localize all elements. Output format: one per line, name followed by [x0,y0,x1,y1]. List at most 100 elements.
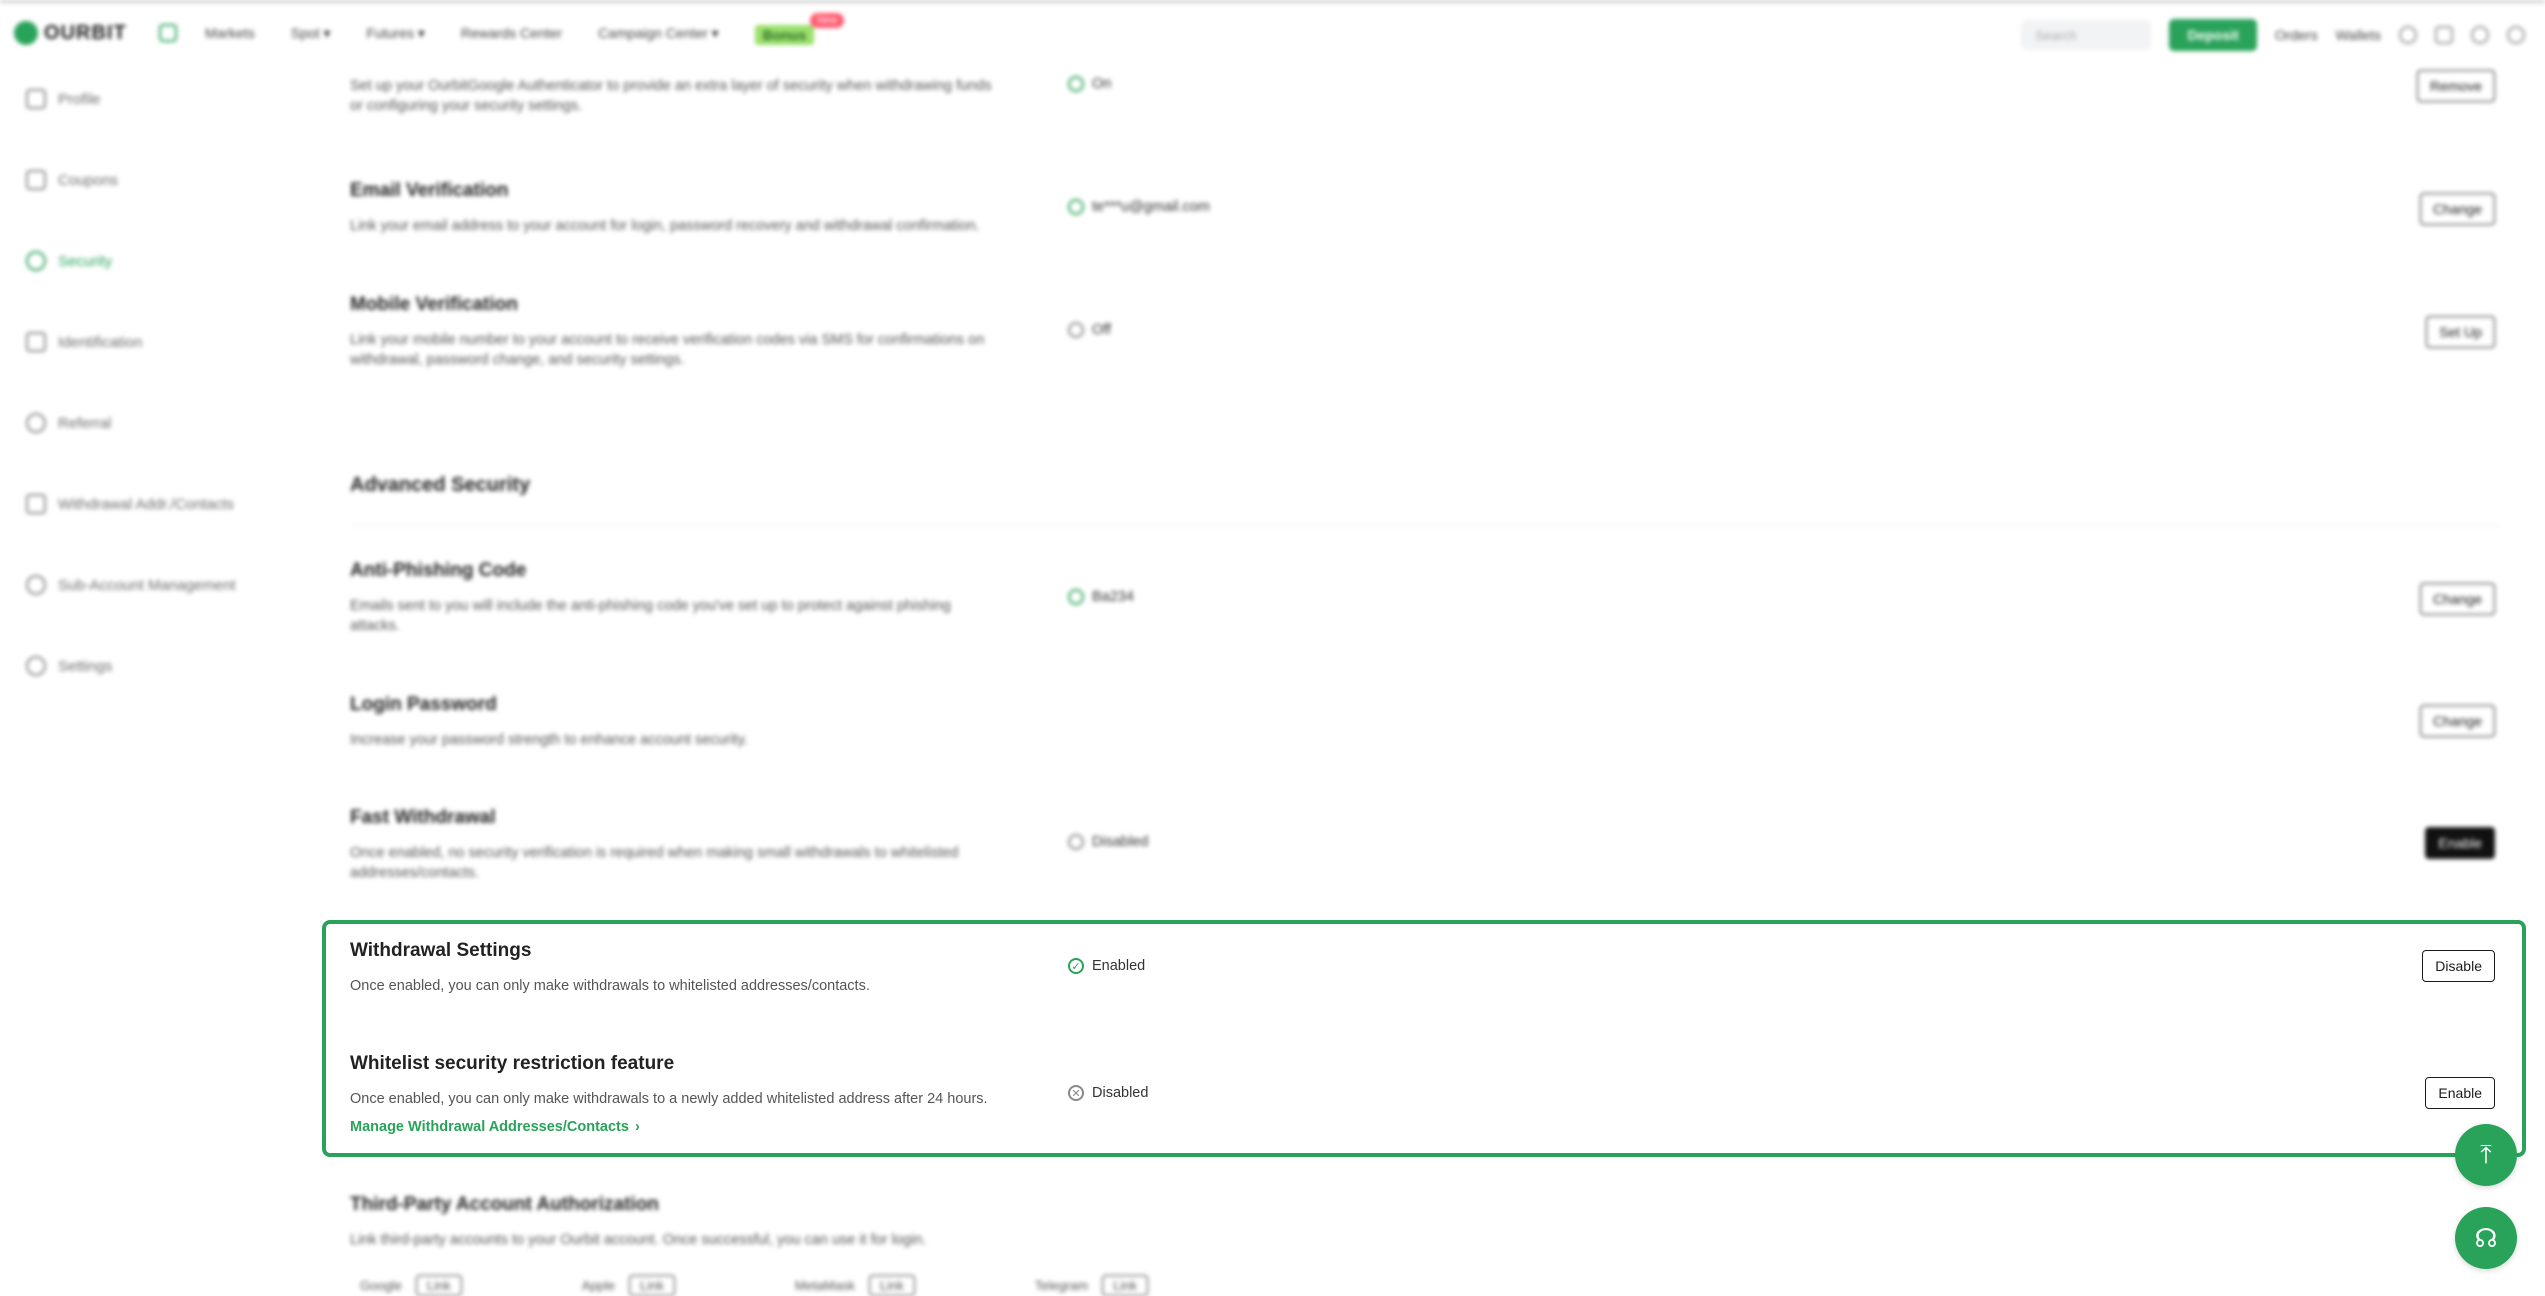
row-title: Anti-Phishing Code [350,560,527,581]
fast-withdrawal-row: Fast Withdrawal Once enabled, no securit… [350,807,2500,883]
login-password-row: Login Password Increase your password st… [350,694,2500,750]
advanced-security-heading: Advanced Security [350,474,531,496]
person-icon [26,413,46,433]
remove-authenticator-button[interactable]: Remove [2416,70,2495,102]
check-circle-icon [1068,199,1084,215]
email-verification-row: Email Verification Link your email addre… [350,180,2500,236]
top-navigation: OURBIT Markets Spot ▾ Futures ▾ Rewards … [0,0,2545,67]
logo-text: OURBIT [44,21,127,44]
sidebar-item-profile[interactable]: Profile [26,89,101,109]
row-title: Login Password [350,694,497,715]
mobile-status: Off [1068,322,1111,338]
status-text: Ba234 [1092,589,1134,605]
sidebar-item-identification[interactable]: Identification [26,332,142,352]
nav-markets[interactable]: Markets [205,25,255,45]
email-status: te***u@gmail.com [1068,199,1210,215]
check-circle-icon [1068,589,1084,605]
mobile-verification-row: Mobile Verification Link your mobile num… [350,294,2500,370]
x-circle-icon: ✕ [1068,1085,1084,1101]
row-title: Mobile Verification [350,294,518,315]
sidebar-item-coupons[interactable]: Coupons [26,170,118,190]
provider-name: Google [360,1278,402,1293]
apps-icon[interactable] [158,24,177,42]
download-icon[interactable] [2435,26,2453,44]
profile-icon [26,89,46,109]
row-title: Email Verification [350,180,509,201]
sidebar-item-label: Withdrawal Addr./Contacts [58,495,234,513]
share-icon [26,575,46,595]
provider-name: Telegram [1034,1278,1089,1293]
status-text: Disabled [1092,1085,1149,1101]
enable-fast-withdrawal-button[interactable]: Enable [2425,827,2495,859]
globe-icon[interactable] [2471,26,2489,44]
check-circle-icon: ✓ [1068,958,1084,974]
third-party-providers: Google Link Apple Link MetaMask Link Telegr… [360,1275,1149,1296]
row-description: Link your email address to your account … [350,218,980,234]
sidebar-item-referral[interactable]: Referral [26,413,111,433]
nav-rewards-center[interactable]: Rewards Center [461,25,562,45]
third-party-row: Third-Party Account Authorization Link t… [350,1194,2500,1250]
sidebar-item-label: Profile [58,90,101,108]
withdrawal-settings-status: ✓ Enabled [1068,958,1145,974]
row-title: Fast Withdrawal [350,807,496,828]
deposit-button[interactable]: Deposit [2169,19,2257,51]
row-description: Set up your OurbitGoogle Authenticator t… [350,78,992,114]
search-input[interactable]: Search [2021,20,2152,50]
status-text: Enabled [1092,958,1146,974]
status-text: Off [1092,322,1112,338]
sidebar-item-label: Sub-Account Management [58,576,236,594]
status-text: Disabled [1092,834,1149,850]
sidebar-item-label: Coupons [58,171,119,189]
fast-withdrawal-status: Disabled [1068,834,1148,850]
user-icon[interactable] [2399,26,2417,44]
nav-promo[interactable]: Bonus [754,25,815,45]
nav-futures[interactable]: Futures ▾ [367,25,425,45]
address-book-icon [26,494,46,514]
provider-metamask: MetaMask Link [794,1275,915,1296]
anti-phishing-status: Ba234 [1068,589,1134,605]
sidebar-item-label: Referral [58,414,112,432]
sidebar-item-label: Settings [58,657,113,675]
change-email-button[interactable]: Change [2419,193,2495,225]
authenticator-status: On [1068,76,1111,92]
arrow-up-icon: ⤒ [2480,1139,2492,1169]
nav-right: Search Deposit Orders Wallets [2021,19,2525,51]
row-title: Whitelist security restriction feature [350,1053,675,1074]
provider-name: MetaMask [794,1278,855,1293]
sidebar-item-label: Security [58,252,113,270]
nav-spot[interactable]: Spot ▾ [291,25,331,45]
provider-name: Apple [581,1278,616,1293]
support-chat-button[interactable]: ☊ [2455,1207,2517,1269]
sidebar-item-security[interactable]: Security [26,251,112,271]
nav-campaign-center[interactable]: Campaign Center ▾ [598,25,719,45]
change-password-button[interactable]: Change [2419,705,2495,737]
sidebar-item-withdrawal-contacts[interactable]: Withdrawal Addr./Contacts [26,494,234,514]
setup-mobile-button[interactable]: Set Up [2426,316,2495,348]
row-description: Link third-party accounts to your Ourbit… [350,1232,927,1248]
sidebar-item-settings[interactable]: Settings [26,656,112,676]
anti-phishing-row: Anti-Phishing Code Emails sent to you wi… [350,560,2500,636]
nav-menu: Markets Spot ▾ Futures ▾ Rewards Center … [205,25,815,45]
enable-whitelist-button[interactable]: Enable [2425,1077,2495,1109]
disable-withdrawal-settings-button[interactable]: Disable [2422,950,2495,982]
settings-icon[interactable] [2507,26,2525,44]
authenticator-row: Set up your OurbitGoogle Authenticator t… [350,76,2500,116]
change-anti-phishing-button[interactable]: Change [2419,583,2495,615]
section-divider [350,525,2500,526]
provider-google: Google Link [360,1275,462,1296]
sidebar-item-sub-account[interactable]: Sub-Account Management [26,575,236,595]
wallets-link[interactable]: Wallets [2336,27,2381,43]
row-description: Increase your password strength to enhan… [350,732,748,748]
off-circle-icon [1068,322,1084,338]
row-title: Withdrawal Settings [350,940,532,961]
provider-apple: Apple Link [581,1275,675,1296]
orders-link[interactable]: Orders [2275,27,2318,43]
status-text: On [1092,76,1112,92]
manage-addresses-link[interactable]: Manage Withdrawal Addresses/Contacts › [350,1119,2500,1135]
scroll-to-top-button[interactable]: ⤒ [2455,1124,2517,1186]
whitelist-restriction-row: Whitelist security restriction feature O… [350,1053,2500,1135]
link-label: Manage Withdrawal Addresses/Contacts [350,1119,629,1135]
sidebar-item-label: Identification [58,333,143,351]
id-card-icon [26,332,46,352]
logo[interactable]: OURBIT [14,21,177,45]
